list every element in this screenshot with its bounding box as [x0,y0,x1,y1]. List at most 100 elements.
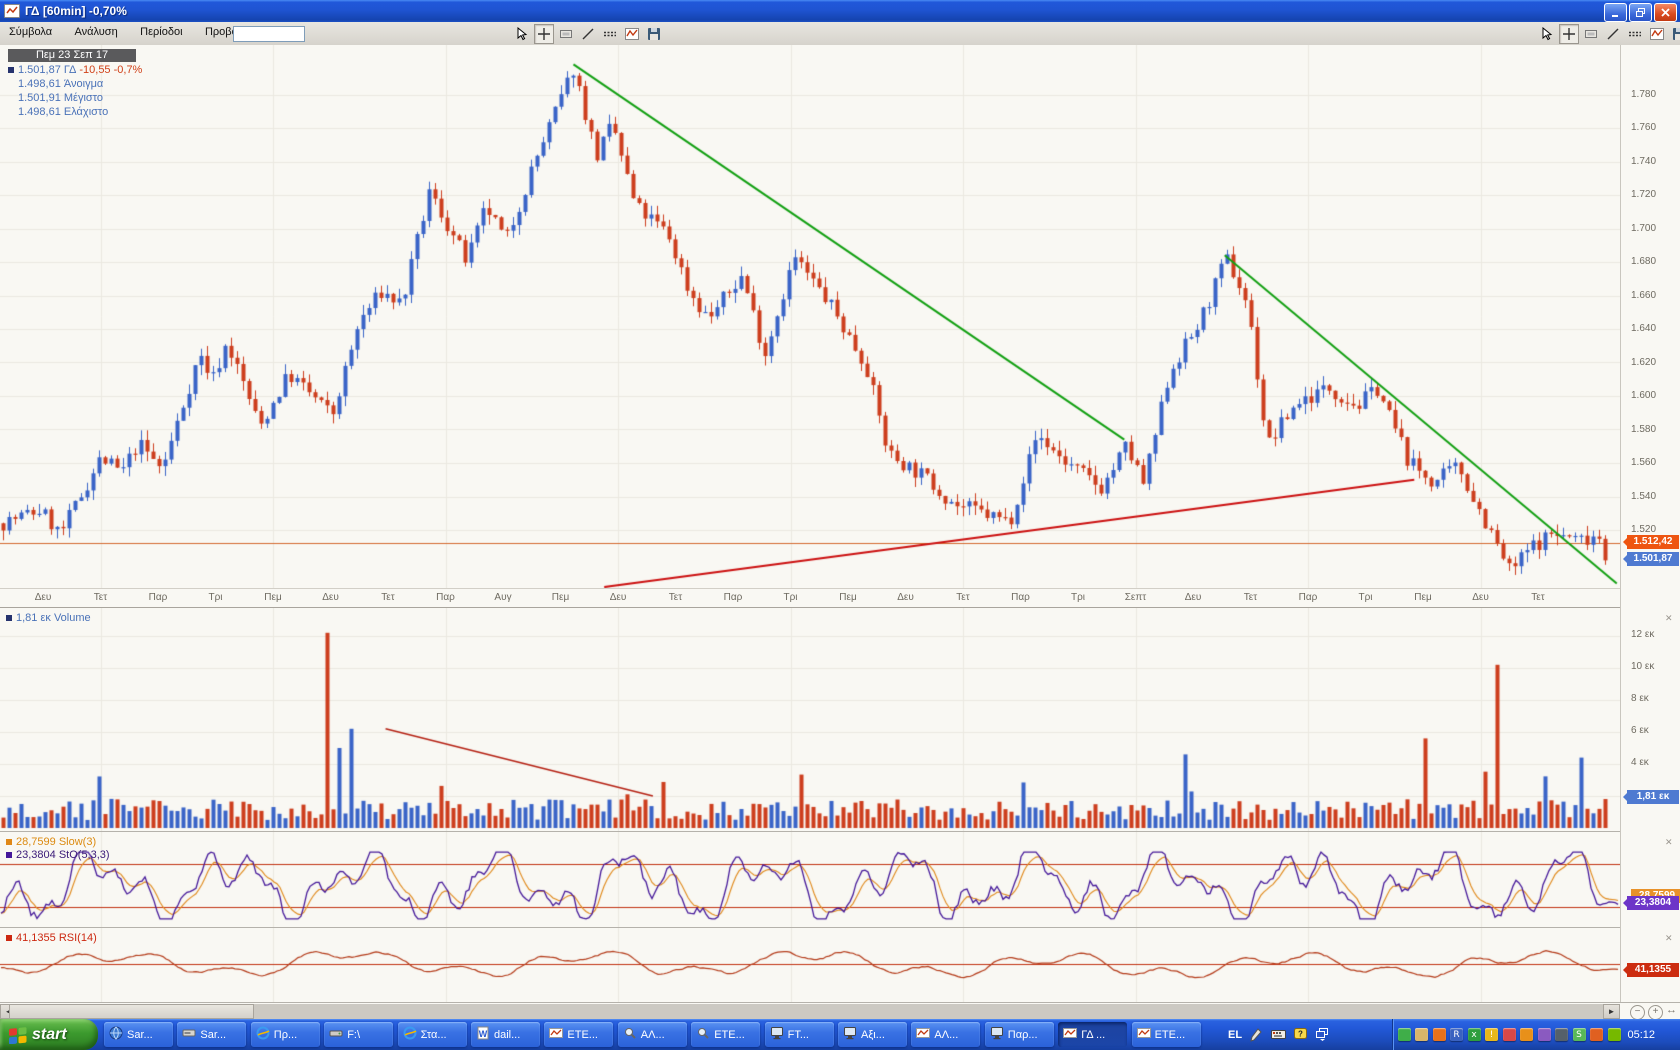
app-chart-icon [4,4,20,18]
dashed-line-tool-icon[interactable] [600,24,620,44]
x-axis-label: Παρ [1299,592,1318,603]
taskbar-button-label: Στα... [421,1029,447,1041]
price-chart-canvas[interactable] [0,45,1620,588]
x-axis-label: Τετ [1531,592,1544,603]
mail-icon[interactable] [1503,1028,1516,1041]
rsi-chart-canvas[interactable] [0,928,1620,1002]
keyboard-icon[interactable] [1270,1027,1286,1043]
zoom-in-button[interactable]: + [1648,1005,1663,1020]
taskbar-button-4[interactable]: F:\ [324,1022,393,1047]
taskbar-button-11[interactable]: Αξι... [838,1022,907,1047]
x-axis-label: Τετ [956,592,969,603]
vm-icon[interactable] [1590,1028,1603,1041]
region-tool-icon[interactable] [556,24,576,44]
updater-icon[interactable] [1398,1028,1411,1041]
menu-symbols[interactable]: Σύμβολα [0,22,61,45]
zoom-out-button[interactable]: − [1630,1005,1645,1020]
chart-icon [916,1026,930,1043]
rsi-close-icon[interactable]: ✕ [1665,933,1673,944]
trendline-tool-icon[interactable] [578,24,598,44]
taskbar-clock: 05:12 [1628,1029,1656,1041]
close-button[interactable] [1654,3,1677,22]
volume-close-icon[interactable]: ✕ [1665,613,1673,624]
scrollbar-thumb[interactable] [9,1004,254,1019]
dashed-line-tool-icon[interactable] [1625,24,1645,44]
price-axis-label: 1.560 [1631,457,1656,468]
save-tool-icon[interactable] [644,24,664,44]
pointer-tool-icon[interactable] [512,24,532,44]
slow-bullet-icon [6,839,12,845]
security-shield-icon[interactable]: ! [1485,1028,1498,1041]
taskbar-button-15[interactable]: ΕΤΕ... [1132,1022,1201,1047]
stochastic-close-icon[interactable]: ✕ [1665,837,1673,848]
gpu-icon[interactable] [1608,1028,1621,1041]
taskbar-button-label: Παρ... [1008,1029,1038,1041]
minimize-button[interactable] [1604,3,1627,22]
messenger-icon[interactable] [1538,1028,1551,1041]
trendline-tool-icon[interactable] [1603,24,1623,44]
last-price-tag: 1.501,87 [1627,552,1679,566]
java-icon[interactable] [1433,1028,1446,1041]
taskbar-button-2[interactable]: Sar... [177,1022,246,1047]
menu-analysis[interactable]: Ανάλυση [66,22,127,45]
x-axis-label: Αυγ [494,592,511,603]
taskbar-button-12[interactable]: ΑΛ... [911,1022,980,1047]
chart-tool-icon[interactable] [1647,24,1667,44]
help-icon[interactable]: ? [1292,1027,1308,1043]
x-axis-label: Τρι [1358,592,1372,603]
taskbar-button-5[interactable]: Στα... [398,1022,467,1047]
crosshair-tool-icon[interactable] [534,24,554,44]
chart-tool-icon[interactable] [622,24,642,44]
x-axis-label: Παρ [149,592,168,603]
volume-chart-canvas[interactable] [0,608,1620,831]
taskbar-button-7[interactable]: ΕΤΕ... [544,1022,613,1047]
x-axis-label: Δευ [1185,592,1202,603]
start-button[interactable]: start [0,1019,98,1050]
x-axis-label: Δευ [35,592,52,603]
restore-toolbar-icon[interactable] [1314,1027,1330,1043]
taskbar-button-1[interactable]: Sar... [104,1022,173,1047]
start-label: start [32,1026,67,1044]
ie-icon [256,1026,270,1043]
pointer-tool-icon[interactable] [1537,24,1557,44]
horizontal-scrollbar[interactable]: ◄ ► [0,1004,1620,1019]
network-error-icon[interactable]: x [1468,1028,1481,1041]
taskbar-button-6[interactable]: Wdail... [471,1022,540,1047]
scroll-row: ◄ ► − + ↔ [0,1002,1680,1020]
save-tool-icon[interactable] [1669,24,1680,44]
taskbar-button-10[interactable]: FT... [765,1022,834,1047]
restore-button[interactable] [1629,3,1652,22]
x-axis-label: Τετ [381,592,394,603]
pen-icon[interactable] [1248,1027,1264,1043]
taskbar-button-3[interactable]: Πρ... [251,1022,320,1047]
flag-icon[interactable] [1520,1028,1533,1041]
price-axis-label: 1.780 [1631,89,1656,100]
antispy-icon[interactable]: S [1573,1028,1586,1041]
taskbar-button-8[interactable]: ΑΛ... [618,1022,687,1047]
taskbar-button-13[interactable]: Παρ... [985,1022,1054,1047]
language-indicator[interactable]: EL [1228,1029,1242,1041]
region-tool-icon[interactable] [1581,24,1601,44]
x-axis-label: Πεμ [1414,592,1431,603]
globe-icon[interactable] [1555,1028,1568,1041]
x-axis-label: Τετ [1244,592,1257,603]
taskbar-button-9[interactable]: ΕΤΕ... [691,1022,760,1047]
windows-flag-icon [8,1026,28,1044]
audio-icon[interactable] [1415,1028,1428,1041]
x-axis-label: Παρ [436,592,455,603]
symbol-input[interactable] [233,26,305,42]
price-axis-label: 1.520 [1631,524,1656,535]
taskbar-button-14[interactable]: ΓΔ ... [1058,1022,1127,1047]
menu-periods[interactable]: Περίοδοι [131,22,191,45]
stochastic-chart-canvas[interactable] [0,832,1620,927]
x-axis-label: Τρι [1071,592,1085,603]
volume-axis-label: 4 εκ [1631,757,1649,768]
chart-area: Πεμ 23 Σεπ 17 1.501,87 ΓΔ -10,55 -0,7% 1… [0,45,1680,1002]
crosshair-tool-icon[interactable] [1559,24,1579,44]
open-value: 1.498,61 [18,78,61,90]
r-app-icon[interactable]: R [1450,1028,1463,1041]
taskbar-button-label: Αξι... [861,1029,885,1041]
zoom-fit-button[interactable]: ↔ [1665,1005,1678,1018]
scroll-right-arrow[interactable]: ► [1603,1004,1620,1019]
x-axis-label: Δευ [322,592,339,603]
